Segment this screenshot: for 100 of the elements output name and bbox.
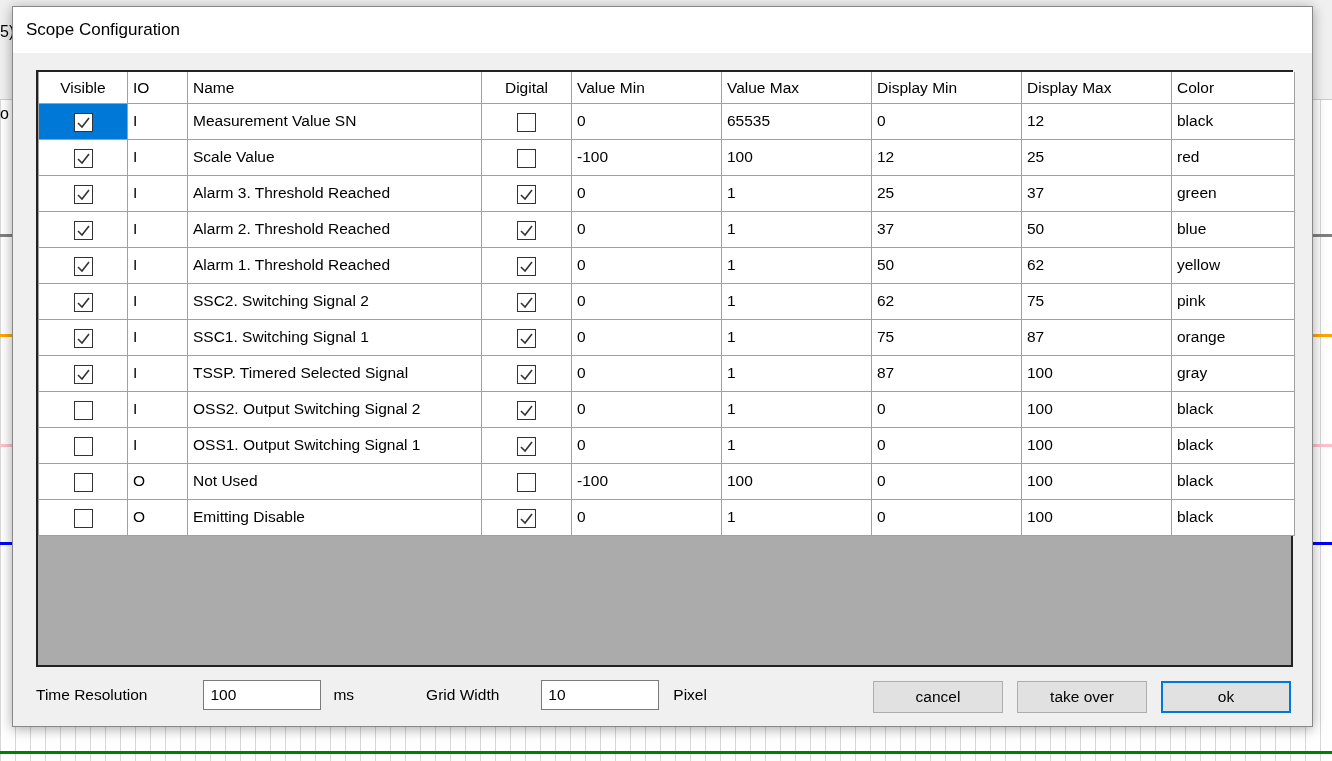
checkbox[interactable] <box>73 328 93 348</box>
checkbox[interactable] <box>73 292 93 312</box>
table-cell: I <box>127 319 188 355</box>
table-cell: 1 <box>721 319 872 355</box>
input-field[interactable]: 100 <box>203 680 322 710</box>
table-cell: black <box>1171 499 1295 535</box>
table-cell: 12 <box>1021 103 1172 139</box>
table-cell: Scale Value <box>187 139 482 175</box>
table-cell: 1 <box>721 427 872 463</box>
table-cell: 100 <box>1021 427 1172 463</box>
table-cell: red <box>1171 139 1295 175</box>
table-cell: 0 <box>571 355 722 391</box>
checkbox[interactable] <box>73 472 93 492</box>
column-header: Digital <box>481 72 572 103</box>
table-cell: I <box>127 211 188 247</box>
table-cell: 25 <box>1021 139 1172 175</box>
table-cell: 0 <box>571 247 722 283</box>
table-cell: 50 <box>1021 211 1172 247</box>
table-cell: I <box>127 355 188 391</box>
table-cell: yellow <box>1171 247 1295 283</box>
column-header: Value Max <box>721 72 872 103</box>
table-cell: Emitting Disable <box>187 499 482 535</box>
table-cell: 0 <box>871 499 1022 535</box>
table-cell: 50 <box>871 247 1022 283</box>
unit-label: Pixel <box>673 685 707 706</box>
table-cell: 75 <box>871 319 1022 355</box>
table-cell: TSSP. Timered Selected Signal <box>187 355 482 391</box>
checkbox[interactable] <box>517 292 536 312</box>
table-cell: 0 <box>871 463 1022 499</box>
table-cell: 25 <box>871 175 1022 211</box>
table-cell: blue <box>1171 211 1295 247</box>
table-cell: OSS2. Output Switching Signal 2 <box>187 391 482 427</box>
checkbox[interactable] <box>517 400 536 420</box>
checkbox[interactable] <box>73 112 93 132</box>
table-cell: 62 <box>1021 247 1172 283</box>
field-label: Grid Width <box>426 685 500 706</box>
table-cell: orange <box>1171 319 1295 355</box>
table-cell: Alarm 3. Threshold Reached <box>187 175 482 211</box>
input-field[interactable]: 10 <box>541 680 660 710</box>
checkbox[interactable] <box>517 148 536 168</box>
table-cell: black <box>1171 463 1295 499</box>
table-cell: I <box>127 391 188 427</box>
field-label: Time Resolution <box>36 685 148 706</box>
table-cell: 87 <box>1021 319 1172 355</box>
table-cell: SSC2. Switching Signal 2 <box>187 283 482 319</box>
table-cell: 0 <box>571 319 722 355</box>
checkbox[interactable] <box>73 400 93 420</box>
table-cell: 1 <box>721 175 872 211</box>
column-header: Color <box>1171 72 1295 103</box>
table-cell: 100 <box>1021 499 1172 535</box>
table-cell: 100 <box>721 139 872 175</box>
table-cell: 100 <box>1021 391 1172 427</box>
table-cell: 1 <box>721 247 872 283</box>
checkbox[interactable] <box>517 112 536 132</box>
checkbox[interactable] <box>517 220 536 240</box>
table-cell: 100 <box>1021 463 1172 499</box>
table-cell: 0 <box>571 283 722 319</box>
table-cell: O <box>127 463 188 499</box>
table-cell: 62 <box>871 283 1022 319</box>
ok-button[interactable]: ok <box>1161 681 1291 713</box>
checkbox[interactable] <box>517 364 536 384</box>
table-cell: 0 <box>571 391 722 427</box>
checkbox[interactable] <box>73 184 93 204</box>
unit-label: ms <box>333 685 355 706</box>
checkbox[interactable] <box>517 472 536 492</box>
table-cell: 0 <box>571 103 722 139</box>
table-cell: I <box>127 103 188 139</box>
action-button[interactable]: take over <box>1017 681 1147 713</box>
checkbox[interactable] <box>517 256 536 276</box>
table-cell: black <box>1171 103 1295 139</box>
table-cell: I <box>127 247 188 283</box>
table-cell: 0 <box>571 211 722 247</box>
table-cell: 1 <box>721 211 872 247</box>
checkbox[interactable] <box>73 256 93 276</box>
column-header: Display Max <box>1021 72 1172 103</box>
cancel-button[interactable]: cancel <box>873 681 1003 713</box>
table-cell: 1 <box>721 499 872 535</box>
table-cell: OSS1. Output Switching Signal 1 <box>187 427 482 463</box>
checkbox[interactable] <box>73 508 93 528</box>
checkbox[interactable] <box>73 364 93 384</box>
table-cell: Alarm 2. Threshold Reached <box>187 211 482 247</box>
checkbox[interactable] <box>73 436 93 456</box>
table-cell: 12 <box>871 139 1022 175</box>
checkbox[interactable] <box>517 328 536 348</box>
checkbox[interactable] <box>517 436 536 456</box>
table-cell: O <box>127 499 188 535</box>
table-cell: 37 <box>871 211 1022 247</box>
checkbox[interactable] <box>517 508 536 528</box>
table-cell: -100 <box>571 139 722 175</box>
table-cell: 100 <box>721 463 872 499</box>
checkbox[interactable] <box>73 148 93 168</box>
table-cell: black <box>1171 427 1295 463</box>
text-fragment: o <box>0 104 9 124</box>
table-cell: 1 <box>721 355 872 391</box>
table-cell: black <box>1171 391 1295 427</box>
table-cell: -100 <box>571 463 722 499</box>
table-cell: Measurement Value SN <box>187 103 482 139</box>
table-cell: 0 <box>571 175 722 211</box>
checkbox[interactable] <box>517 184 536 204</box>
checkbox[interactable] <box>73 220 93 240</box>
